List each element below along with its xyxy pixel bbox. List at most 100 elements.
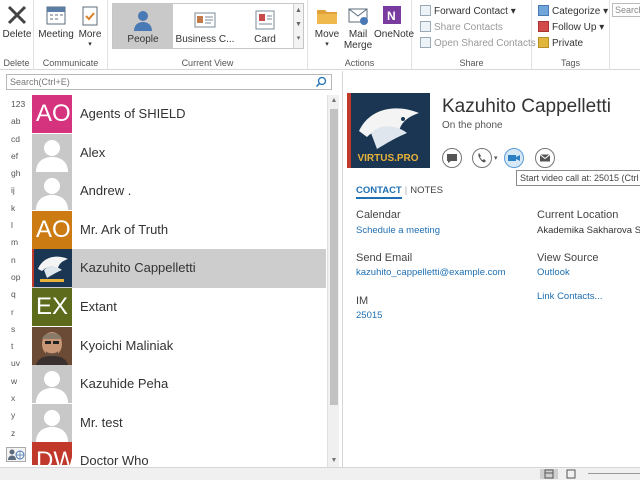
alphabet-index-item[interactable]: s: [0, 321, 30, 338]
avatar-initials: AO: [36, 215, 71, 243]
alphabet-index-item[interactable]: ij: [0, 182, 30, 199]
normal-view-button[interactable]: [540, 469, 558, 479]
tags-group: Categorize ▾ Follow Up ▾ Private Tags: [532, 0, 610, 70]
im-address-link[interactable]: 25015: [356, 310, 382, 321]
communicate-group: Meeting More ▾ Communicate: [34, 0, 108, 70]
view-gallery-scroll[interactable]: ▲ ▼ ▾: [293, 4, 303, 48]
alphabet-index-item[interactable]: z: [0, 425, 30, 442]
share-group-label: Share: [459, 58, 484, 68]
contact-list-item[interactable]: Mr. test: [32, 403, 326, 443]
view-people[interactable]: People: [113, 4, 173, 48]
meeting-button[interactable]: Meeting: [38, 3, 74, 45]
contact-name: Extant: [80, 298, 117, 314]
ribbon-search-box[interactable]: Search: [612, 3, 640, 17]
move-dropdown-arrow: ▾: [325, 41, 329, 48]
alphabet-index-item[interactable]: l: [0, 217, 30, 234]
people-globe-icon[interactable]: [6, 447, 26, 462]
alphabet-index-item[interactable]: op: [0, 269, 30, 286]
default-person-icon: [32, 365, 72, 404]
zoom-slider[interactable]: [588, 473, 640, 474]
avatar: AO: [32, 95, 72, 133]
more-button[interactable]: More ▾: [76, 3, 104, 48]
contact-list: AO Agents of SHIELD Alex Andrew . AO Mr. Ark …: [32, 95, 326, 465]
video-call-button[interactable]: [504, 148, 524, 168]
avatar-initials: DW: [36, 447, 72, 465]
tab-contact[interactable]: CONTACT: [356, 185, 402, 199]
avatar: AO: [32, 210, 72, 249]
contact-list-item[interactable]: Alex: [32, 133, 326, 173]
contact-list-item[interactable]: AO Mr. Ark of Truth: [32, 210, 326, 250]
phone-icon: [478, 153, 486, 163]
contact-list-scrollbar[interactable]: ▲ ▼: [327, 95, 339, 467]
link-contacts-link[interactable]: Link Contacts...: [537, 291, 602, 302]
scroll-down-arrow[interactable]: ▼: [328, 455, 340, 467]
move-button[interactable]: Move ▾: [312, 3, 342, 48]
email-button[interactable]: [535, 148, 555, 168]
contact-list-item[interactable]: DW Doctor Who: [32, 442, 326, 465]
alphabet-index-item[interactable]: x: [0, 390, 30, 407]
contact-list-item[interactable]: Kyoichi Maliniak: [32, 326, 326, 366]
forward-contact-button[interactable]: Forward Contact ▾: [420, 4, 516, 20]
envelope-icon: [539, 154, 551, 162]
view-business-card[interactable]: Business C...: [173, 4, 237, 48]
alphabet-index-item[interactable]: q: [0, 286, 30, 303]
alphabet-index-item[interactable]: gh: [0, 165, 30, 182]
scroll-thumb[interactable]: [330, 109, 338, 405]
alphabet-index-item[interactable]: ab: [0, 113, 30, 130]
contact-name: Kazuhito Cappelletti: [80, 260, 196, 276]
normal-view-icon: [544, 469, 554, 479]
share-group: Forward Contact ▾ Share Contacts Open Sh…: [412, 0, 536, 70]
alphabet-index-item[interactable]: 123: [0, 96, 30, 113]
alphabet-index-item[interactable]: cd: [0, 131, 30, 148]
im-button[interactable]: [442, 148, 462, 168]
card-icon: [255, 10, 275, 30]
view-source-link[interactable]: Outlook: [537, 267, 570, 278]
presence-status: On the phone: [442, 120, 503, 131]
current-view-group-label: Current View: [181, 58, 234, 68]
alphabet-index-item[interactable]: uv: [0, 355, 30, 372]
alphabet-index-item[interactable]: t: [0, 338, 30, 355]
contact-name: Doctor Who: [80, 453, 149, 465]
view-card[interactable]: Card: [237, 4, 293, 48]
contact-name: Kyoichi Maliniak: [80, 337, 174, 353]
schedule-meeting-link[interactable]: Schedule a meeting: [356, 225, 440, 236]
avatar: [32, 326, 72, 365]
reading-view-button[interactable]: [562, 469, 580, 479]
avatar-initials: EX: [36, 292, 69, 320]
alphabet-index-item[interactable]: k: [0, 200, 30, 217]
search-icon[interactable]: [315, 76, 327, 88]
private-button[interactable]: Private: [538, 36, 583, 52]
call-button[interactable]: [472, 148, 492, 168]
contact-list-item[interactable]: Kazuhito Cappelletti: [32, 249, 326, 288]
alphabet-index-item[interactable]: m: [0, 234, 30, 251]
contact-list-item[interactable]: AO Agents of SHIELD: [32, 95, 326, 134]
alphabet-index-item[interactable]: ef: [0, 148, 30, 165]
call-dropdown-arrow[interactable]: ▾: [494, 154, 498, 162]
calendar-icon: [44, 3, 68, 27]
contact-list-item[interactable]: Andrew .: [32, 172, 326, 211]
search-input[interactable]: Search(Ctrl+E): [6, 74, 332, 90]
open-shared-contacts-button[interactable]: Open Shared Contacts: [420, 36, 536, 52]
contact-name: Alex: [80, 144, 106, 160]
scroll-up-arrow[interactable]: ▲: [328, 95, 340, 107]
onenote-button[interactable]: N OneNote: [374, 3, 414, 45]
share-contacts-button[interactable]: Share Contacts: [420, 20, 503, 36]
follow-up-button[interactable]: Follow Up ▾: [538, 20, 604, 36]
email-link[interactable]: kazuhito_cappelletti@example.com: [356, 267, 506, 278]
alphabet-index-item[interactable]: w: [0, 373, 30, 390]
im-label: IM: [356, 295, 369, 307]
alphabet-index-item[interactable]: n: [0, 252, 30, 269]
send-email-label: Send Email: [356, 252, 413, 264]
contact-list-item[interactable]: Kazuhide Peha: [32, 365, 326, 404]
categorize-button[interactable]: Categorize ▾: [538, 4, 608, 20]
mail-merge-button[interactable]: Mail Merge: [342, 3, 374, 51]
alphabet-index-item[interactable]: r: [0, 304, 30, 321]
person-icon: [134, 11, 152, 31]
tab-notes[interactable]: NOTES: [410, 185, 443, 196]
open-shared-contacts-icon: [420, 37, 431, 48]
alphabet-index-item[interactable]: y: [0, 407, 30, 424]
contact-list-item[interactable]: EX Extant: [32, 287, 326, 327]
actions-group: Move ▾ Mail Merge N OneNote Actions: [308, 0, 414, 70]
more-dropdown-arrow: ▾: [88, 41, 92, 48]
delete-button[interactable]: Delete: [2, 3, 32, 45]
